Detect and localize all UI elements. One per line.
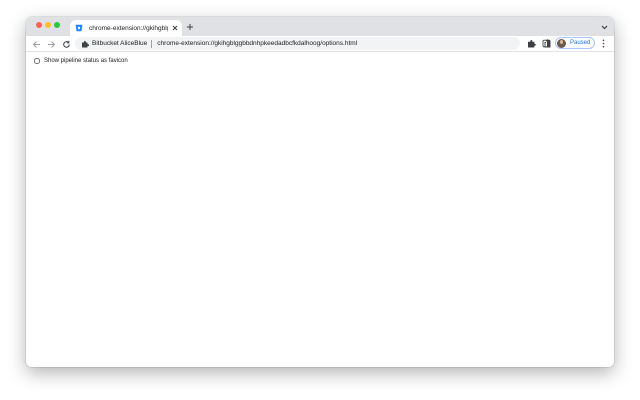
extension-puzzle-icon (81, 40, 89, 48)
chevron-down-icon (601, 25, 607, 29)
tab-strip: chrome-extension://gkihgblggb (26, 17, 614, 36)
url-text[interactable]: chrome-extension://gkihgblggbbdnhpkeedad… (157, 40, 357, 47)
toolbar: Bitbucket AliceBlue chrome-extension://g… (26, 36, 614, 52)
tab-title: chrome-extension://gkihgblggb (89, 24, 168, 32)
extension-name-chip: Bitbucket AliceBlue (92, 40, 148, 47)
forward-button[interactable] (46, 39, 56, 49)
extensions-icon[interactable] (527, 39, 536, 48)
omnibox-divider (151, 39, 153, 48)
browser-window: chrome-extension://gkihgblggb (26, 17, 614, 367)
bitbucket-icon (75, 24, 83, 32)
tab-search-button[interactable] (599, 22, 609, 32)
window-maximize-button[interactable] (54, 22, 60, 28)
arrow-left-icon (32, 40, 40, 48)
reload-button[interactable] (61, 39, 71, 49)
arrow-right-icon (47, 40, 55, 48)
kebab-menu-icon[interactable] (599, 39, 608, 48)
tab-active[interactable]: chrome-extension://gkihgblggb (70, 20, 182, 36)
pipeline-favicon-option[interactable]: Show pipeline status as favicon (34, 58, 128, 64)
plus-icon (187, 24, 193, 30)
pipeline-favicon-label: Show pipeline status as favicon (44, 58, 128, 64)
side-panel-icon[interactable] (542, 39, 551, 48)
reload-icon (62, 40, 70, 48)
new-tab-button[interactable] (185, 22, 195, 32)
pipeline-favicon-checkbox[interactable] (34, 58, 40, 64)
options-page: Show pipeline status as favicon (26, 52, 614, 367)
profile-button[interactable]: Paused (555, 37, 595, 49)
back-button[interactable] (31, 39, 41, 49)
window-minimize-button[interactable] (45, 22, 51, 28)
close-icon[interactable] (170, 23, 180, 33)
avatar (557, 38, 566, 48)
window-close-button[interactable] (36, 22, 42, 28)
profile-status: Paused (570, 40, 591, 46)
address-bar[interactable]: Bitbucket AliceBlue chrome-extension://g… (75, 37, 567, 50)
